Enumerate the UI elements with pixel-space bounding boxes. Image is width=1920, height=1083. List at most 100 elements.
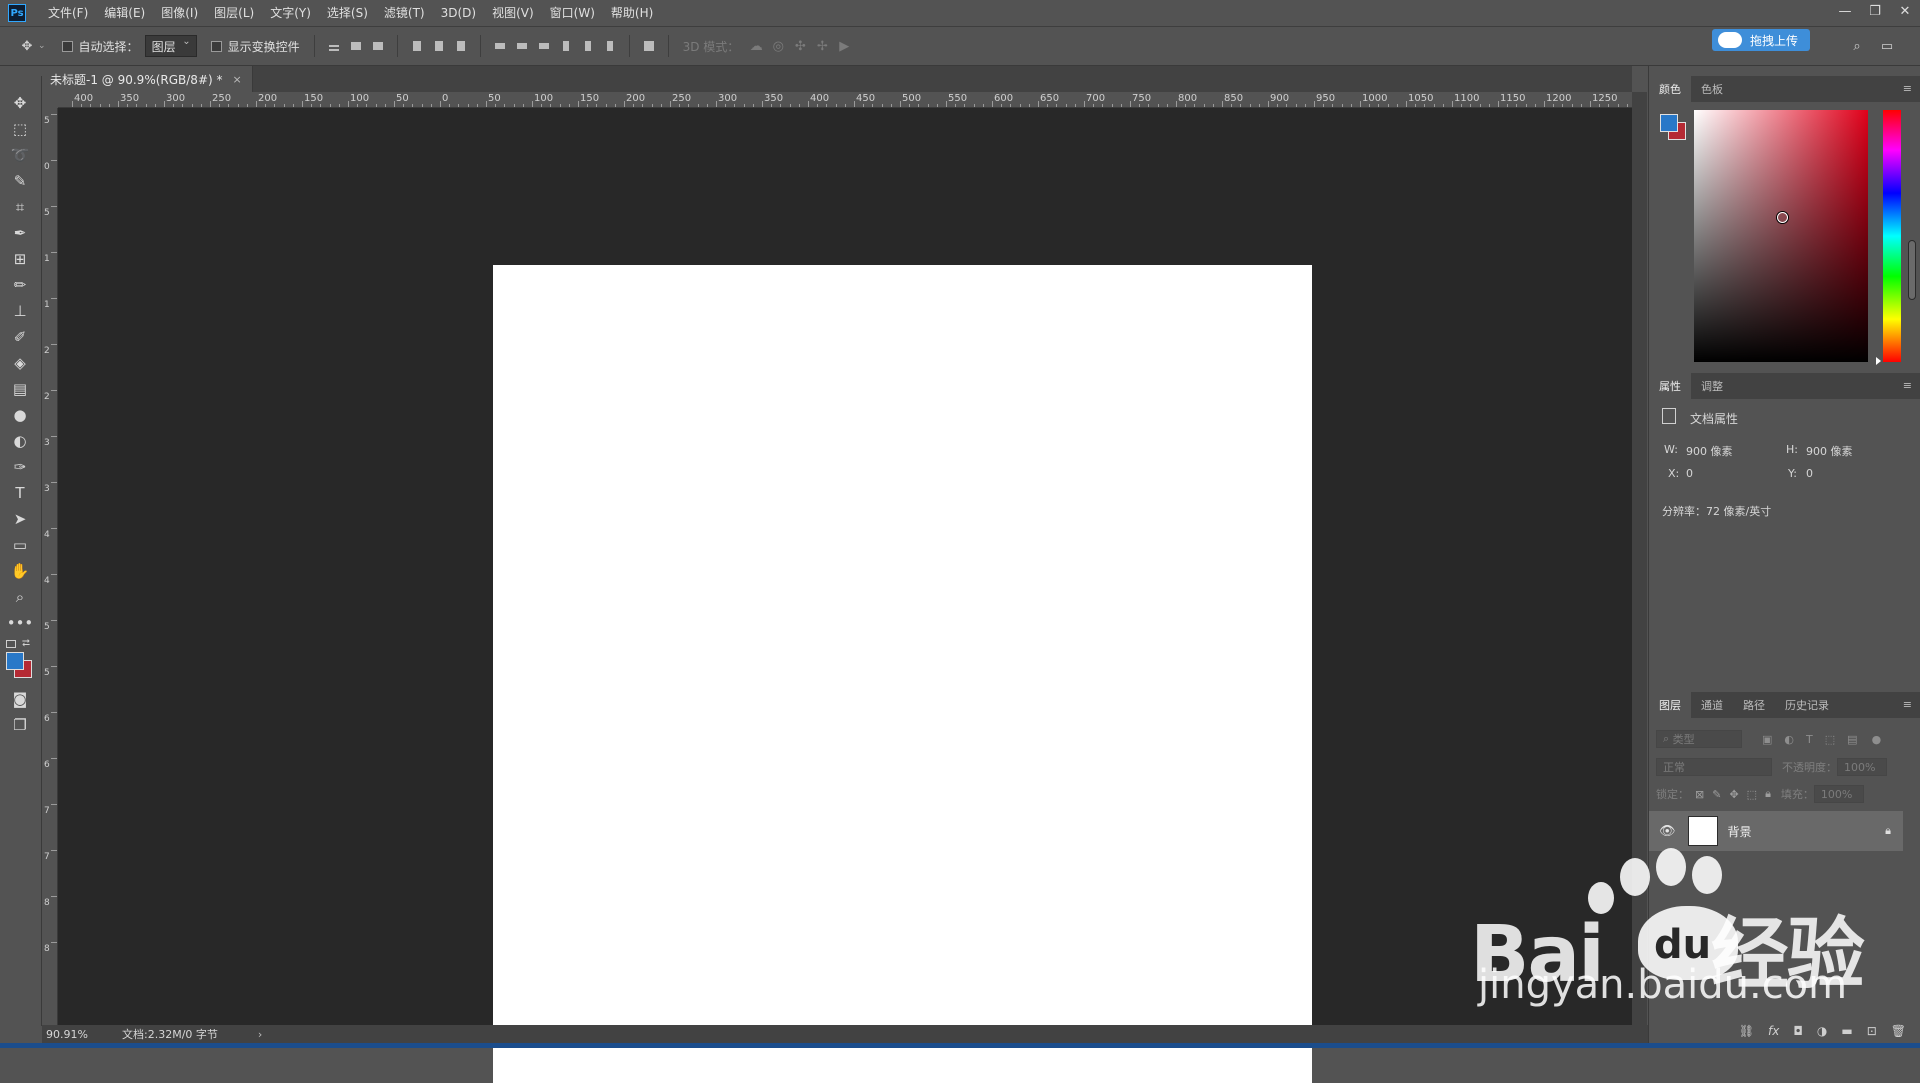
gradient-tool-icon[interactable]: ▤ [8, 378, 32, 400]
pan-3d-icon[interactable]: ✣ [789, 35, 811, 57]
foreground-color-swatch[interactable] [6, 652, 24, 670]
layer-name[interactable]: 背景 [1728, 823, 1752, 840]
fx-icon[interactable]: fx [1768, 1024, 1779, 1038]
move-tool-preset-icon[interactable]: ✥ [16, 35, 38, 57]
tab-layers[interactable]: 图层 [1649, 692, 1691, 718]
tab-adjustments[interactable]: 调整 [1691, 373, 1733, 399]
smart-filter-icon[interactable]: ▤ [1847, 733, 1857, 746]
menu-edit[interactable]: 编辑(E) [96, 0, 153, 26]
blend-mode-select[interactable]: 正常 [1656, 758, 1772, 776]
menu-window[interactable]: 窗口(W) [542, 0, 603, 26]
menu-layer[interactable]: 图层(L) [206, 0, 262, 26]
menu-image[interactable]: 图像(I) [153, 0, 206, 26]
distribute-bottom-icon[interactable] [533, 35, 555, 57]
visibility-eye-icon[interactable]: 👁︎ [1659, 824, 1676, 839]
tab-history[interactable]: 历史记录 [1775, 692, 1839, 718]
quick-select-tool-icon[interactable]: ✎ [8, 170, 32, 192]
filter-toggle-icon[interactable]: ● [1872, 733, 1882, 746]
healing-tool-icon[interactable]: ⊞ [8, 248, 32, 270]
tab-color[interactable]: 颜色 [1649, 76, 1691, 102]
panel-menu-icon[interactable]: ≡ [1903, 82, 1912, 95]
auto-align-icon[interactable] [638, 35, 660, 57]
scale-3d-icon[interactable]: ▶ [833, 35, 855, 57]
panel-menu-icon[interactable]: ≡ [1903, 698, 1912, 711]
menu-3d[interactable]: 3D(D) [433, 0, 484, 26]
align-vcenter-icon[interactable] [345, 35, 367, 57]
hue-slider-marker[interactable] [1876, 357, 1881, 365]
status-menu-arrow[interactable]: › [258, 1028, 262, 1041]
document-tab[interactable]: 未标题-1 @ 90.9%(RGB/8#) * × [42, 66, 253, 92]
adjustment-filter-icon[interactable]: ◐ [1784, 733, 1794, 746]
group-icon[interactable]: ▬ [1841, 1024, 1852, 1038]
shape-tool-icon[interactable]: ▭ [8, 534, 32, 556]
align-left-icon[interactable] [406, 35, 428, 57]
type-tool-icon[interactable]: T [8, 482, 32, 504]
mask-icon[interactable]: ◘ [1793, 1024, 1803, 1038]
screen-mode-icon[interactable]: ❐ [8, 714, 32, 736]
pen-tool-icon[interactable]: ✑ [8, 456, 32, 478]
lock-all-icon[interactable]: 🔒︎ [1765, 787, 1771, 801]
tab-channels[interactable]: 通道 [1691, 692, 1733, 718]
search-icon[interactable]: ⌕ [1846, 35, 1868, 57]
zoom-level[interactable]: 90.91% [42, 1028, 122, 1041]
quick-mask-icon[interactable]: ◙ [8, 688, 32, 710]
menu-help[interactable]: 帮助(H) [603, 0, 661, 26]
crop-tool-icon[interactable]: ⌗ [8, 196, 32, 218]
distribute-right-icon[interactable] [599, 35, 621, 57]
hand-tool-icon[interactable]: ✋ [8, 560, 32, 582]
height-value[interactable]: 900 像素 [1806, 443, 1853, 459]
align-right-icon[interactable] [450, 35, 472, 57]
width-value[interactable]: 900 像素 [1686, 443, 1733, 459]
workspace-icon[interactable]: ▭ [1876, 35, 1898, 57]
minimize-button[interactable]: — [1830, 0, 1860, 22]
fill-input[interactable]: 100% [1813, 785, 1864, 803]
distribute-hcenter-icon[interactable] [577, 35, 599, 57]
opacity-input[interactable]: 100% [1837, 758, 1887, 776]
color-picker-field[interactable] [1694, 110, 1868, 362]
color-picker-cursor[interactable] [1777, 212, 1788, 223]
menu-select[interactable]: 选择(S) [319, 0, 376, 26]
marquee-tool-icon[interactable]: ⬚ [8, 118, 32, 140]
panel-menu-icon[interactable]: ≡ [1903, 379, 1912, 392]
panel-grip[interactable] [0, 66, 48, 76]
adjustment-icon[interactable]: ◑ [1817, 1024, 1827, 1038]
pixel-filter-icon[interactable]: ▣ [1762, 733, 1772, 746]
more-tools-icon[interactable]: ••• [7, 612, 34, 634]
swap-colors-icon[interactable]: ⮂ [22, 638, 30, 649]
history-brush-tool-icon[interactable]: ✐ [8, 326, 32, 348]
close-window-button[interactable]: ✕ [1890, 0, 1920, 22]
menu-file[interactable]: 文件(F) [40, 0, 96, 26]
lock-pixels-icon[interactable]: ⊠ [1695, 788, 1704, 801]
new-layer-icon[interactable]: ⊡ [1867, 1024, 1877, 1038]
distribute-vcenter-icon[interactable] [511, 35, 533, 57]
x-value[interactable]: 0 [1686, 467, 1693, 480]
eyedropper-tool-icon[interactable]: ✒ [8, 222, 32, 244]
color-panel-scrollbar[interactable] [1908, 240, 1916, 300]
panel-foreground-swatch[interactable] [1660, 114, 1678, 132]
link-icon[interactable]: ⛓ [1739, 1024, 1754, 1038]
brush-tool-icon[interactable]: ✏ [8, 274, 32, 296]
hue-slider[interactable] [1883, 110, 1901, 362]
close-tab-icon[interactable]: × [233, 73, 242, 86]
shape-filter-icon[interactable]: ⬚ [1825, 733, 1835, 746]
tab-swatches[interactable]: 色板 [1691, 76, 1733, 102]
dodge-tool-icon[interactable]: ◐ [8, 430, 32, 452]
tab-properties[interactable]: 属性 [1649, 373, 1691, 399]
upload-button[interactable]: 拖拽上传 [1711, 29, 1810, 51]
slide-3d-icon[interactable]: ✢ [811, 35, 833, 57]
auto-select-checkbox[interactable] [61, 40, 73, 52]
orbit-3d-icon[interactable]: ☁ [745, 35, 767, 57]
lock-paint-icon[interactable]: ✎ [1712, 788, 1721, 801]
menu-type[interactable]: 文字(Y) [262, 0, 319, 26]
move-tool-icon[interactable]: ✥ [8, 92, 32, 114]
align-top-icon[interactable] [323, 35, 345, 57]
menu-filter[interactable]: 滤镜(T) [376, 0, 433, 26]
document-canvas[interactable] [493, 265, 1312, 1083]
layer-filter-select[interactable]: ⌕ 类型 [1656, 730, 1742, 748]
zoom-tool-icon[interactable]: ⌕ [8, 586, 32, 608]
blur-tool-icon[interactable]: ● [8, 404, 32, 426]
preset-chevron-icon[interactable]: ⌄ [38, 41, 46, 51]
trash-icon[interactable]: 🗑︎ [1891, 1024, 1906, 1038]
lock-artboard-icon[interactable]: ⬚ [1747, 788, 1757, 801]
tab-paths[interactable]: 路径 [1733, 692, 1775, 718]
